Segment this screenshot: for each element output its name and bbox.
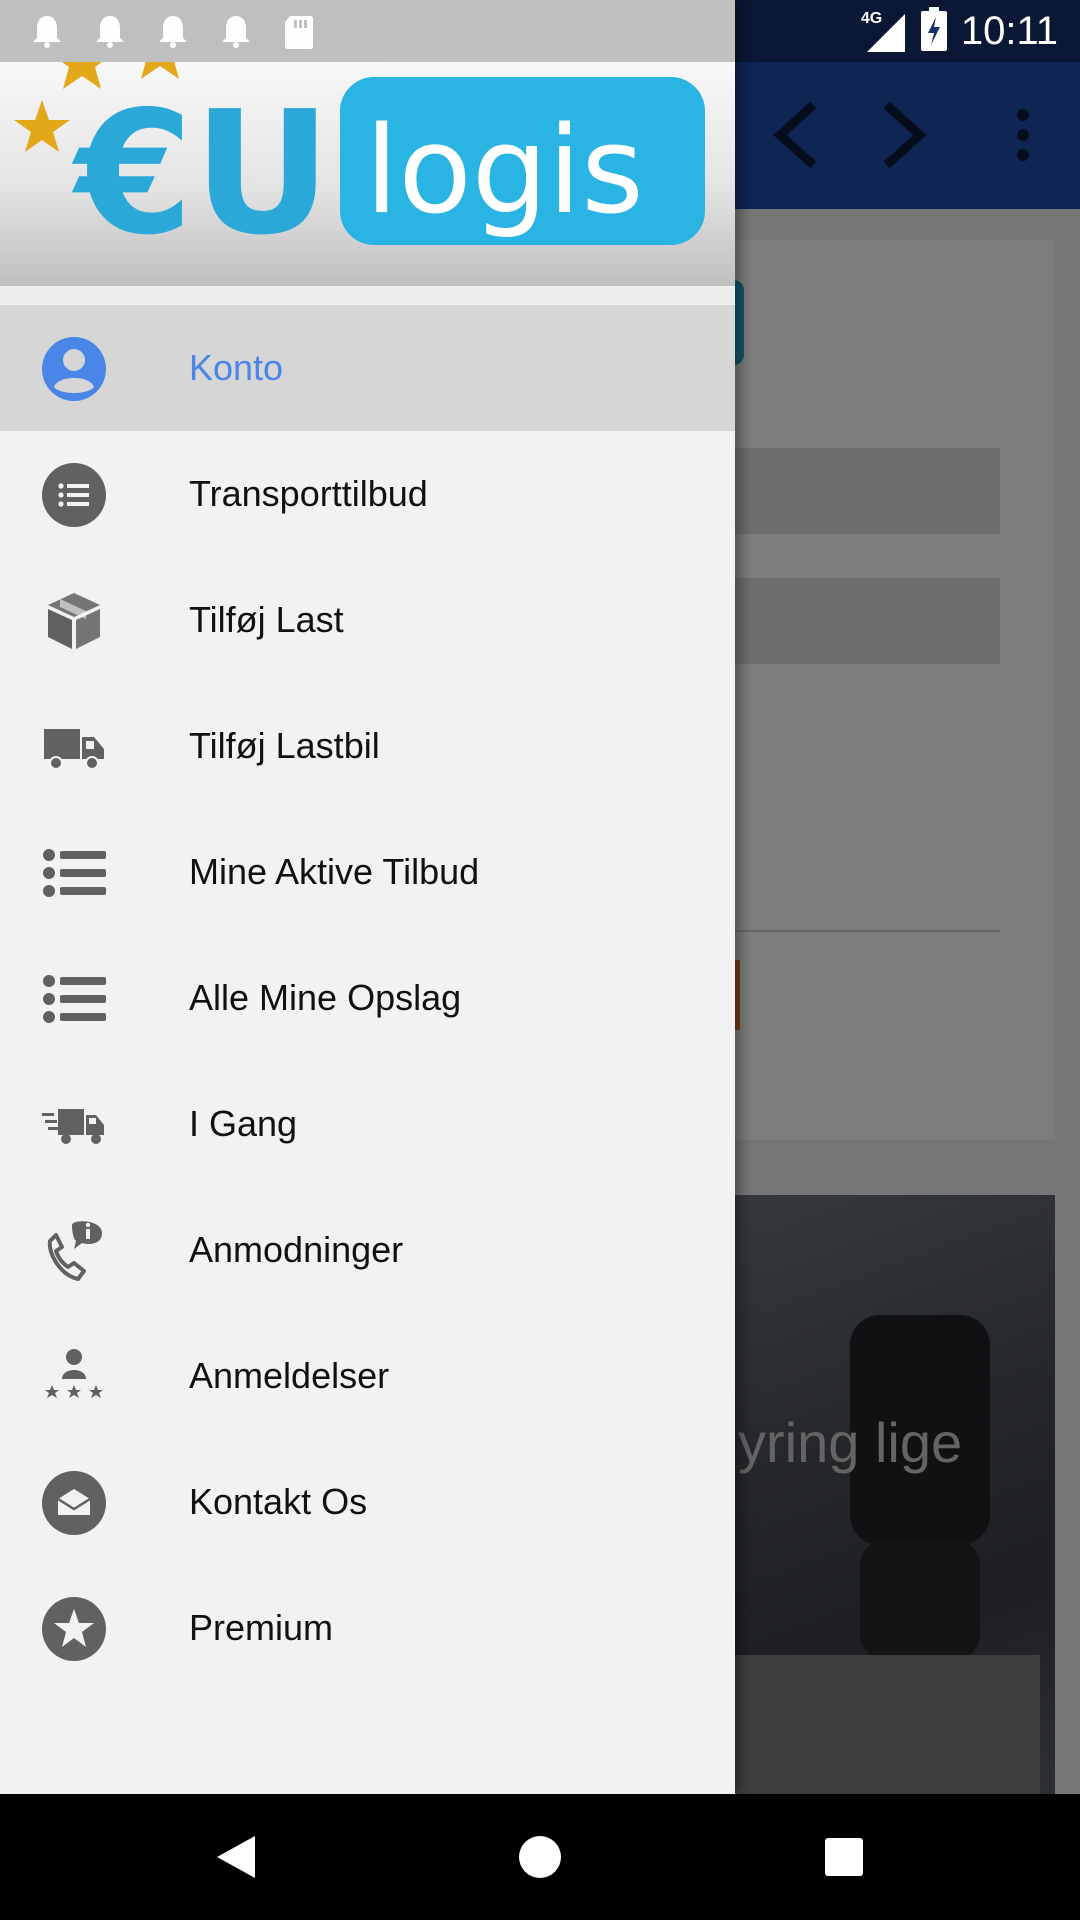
menu-item-label: Anmeldelser [189, 1355, 390, 1396]
menu-item-label: Alle Mine Opslag [189, 977, 462, 1018]
menu-item-label: Tilføj Lastbil [189, 725, 380, 766]
list-circle-icon [42, 463, 106, 527]
bell-icon [28, 12, 66, 55]
menu-item-label: Kontakt Os [189, 1481, 368, 1522]
menu-item-label: I Gang [189, 1103, 298, 1144]
truck-icon [42, 715, 106, 779]
status-bar-left [0, 0, 735, 62]
reviews-icon [42, 1345, 106, 1409]
menu-item-label: Konto [189, 347, 284, 388]
status-bar-right: 4G 10:11 [861, 0, 1058, 62]
system-nav-bar [0, 1794, 1080, 1920]
sd-card-icon [280, 12, 318, 55]
menu-item-tilfoj-lastbil[interactable]: Tilføj Lastbil [0, 683, 735, 809]
menu-item-mine-aktive-tilbud[interactable]: Mine Aktive Tilbud [0, 809, 735, 935]
menu-item-anmodninger[interactable]: Anmodninger [0, 1187, 735, 1313]
menu-item-label: Transporttilbud [189, 473, 428, 514]
recents-icon[interactable] [814, 1827, 874, 1887]
drawer-menu: Konto Transporttilbud Tilføj Last Tilføj… [0, 305, 735, 1691]
eulogis-logo: €U logis [14, 62, 705, 273]
menu-item-i-gang[interactable]: I Gang [0, 1061, 735, 1187]
home-icon[interactable] [510, 1827, 570, 1887]
back-icon[interactable] [206, 1827, 266, 1887]
bell-icon [154, 12, 192, 55]
svg-text:€U: €U [71, 75, 331, 273]
battery-charging-icon [920, 6, 947, 56]
svg-text:logis: logis [365, 102, 644, 241]
bell-icon [91, 12, 129, 55]
menu-item-premium[interactable]: Premium [0, 1565, 735, 1691]
menu-item-label: Premium [189, 1607, 334, 1648]
menu-item-label: Mine Aktive Tilbud [189, 851, 480, 892]
menu-item-alle-mine-opslag[interactable]: Alle Mine Opslag [0, 935, 735, 1061]
fast-truck-icon [42, 1093, 106, 1157]
menu-item-tilfoj-last[interactable]: Tilføj Last [0, 557, 735, 683]
menu-item-anmeldelser[interactable]: Anmeldelser [0, 1313, 735, 1439]
star-circle-icon [42, 1597, 106, 1661]
menu-item-label: Anmodninger [189, 1229, 404, 1270]
drawer-header: €U logis [0, 62, 735, 286]
header-divider [0, 286, 735, 304]
phone-info-icon [42, 1219, 106, 1283]
mail-circle-icon [42, 1471, 106, 1535]
signal-icon: 4G [861, 8, 907, 54]
bulleted-list-icon [42, 841, 106, 905]
package-icon [42, 589, 106, 653]
menu-item-konto[interactable]: Konto [0, 305, 735, 431]
menu-item-transporttilbud[interactable]: Transporttilbud [0, 431, 735, 557]
account-circle-icon [42, 337, 106, 401]
bell-icon [217, 12, 255, 55]
bulleted-list-icon [42, 967, 106, 1031]
menu-item-label: Tilføj Last [189, 599, 344, 640]
navigation-drawer: €U logis Konto Transporttilbud Tilføj La… [0, 0, 735, 1794]
menu-item-kontakt-os[interactable]: Kontakt Os [0, 1439, 735, 1565]
clock: 10:11 [960, 8, 1058, 53]
